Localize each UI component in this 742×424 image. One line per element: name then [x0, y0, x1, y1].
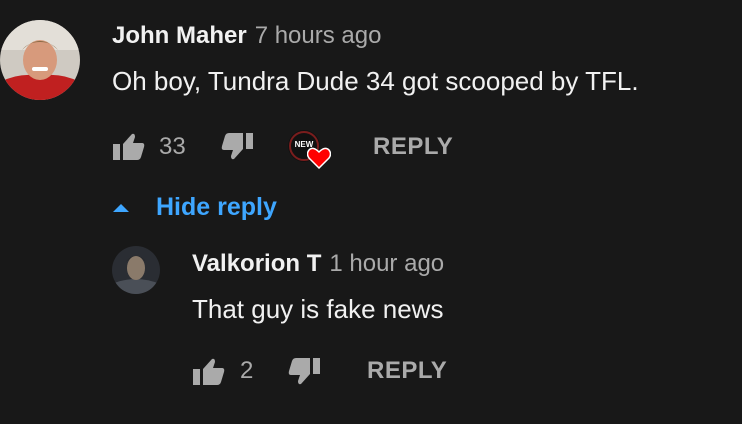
hide-reply-button[interactable]: Hide reply	[156, 193, 277, 222]
comment-timestamp[interactable]: 7 hours ago	[255, 22, 382, 49]
avatar-john-maher[interactable]	[0, 20, 80, 100]
reply-like-button[interactable]	[193, 358, 225, 386]
like-count: 33	[159, 133, 186, 160]
reply-author-name[interactable]: Valkorion T	[192, 250, 321, 277]
comment-author-name[interactable]: John Maher	[112, 22, 247, 49]
reply-like-count: 2	[240, 357, 254, 384]
thumbs-down-icon	[221, 133, 253, 160]
reply-text: That guy is fake news	[192, 294, 444, 324]
avatar-valkorion-t[interactable]	[112, 246, 160, 294]
reply-button[interactable]: REPLY	[373, 133, 453, 161]
reply-dislike-button[interactable]	[288, 358, 320, 386]
comment-text: Oh boy, Tundra Dude 34 got scooped by TF…	[112, 66, 639, 96]
caret-up-icon[interactable]	[113, 202, 129, 212]
thumbs-down-icon	[288, 358, 320, 385]
reply-author[interactable]: Valkorion T 1 hour ago	[192, 250, 444, 278]
reply-reply-button[interactable]: REPLY	[367, 357, 447, 385]
thumbs-up-icon	[193, 358, 225, 385]
thumbs-up-icon	[113, 133, 145, 160]
heart-icon	[307, 147, 331, 169]
dislike-button[interactable]	[221, 133, 253, 161]
like-button[interactable]	[113, 133, 145, 161]
reply-timestamp[interactable]: 1 hour ago	[329, 250, 444, 277]
comment-author[interactable]: John Maher 7 hours ago	[112, 22, 381, 50]
